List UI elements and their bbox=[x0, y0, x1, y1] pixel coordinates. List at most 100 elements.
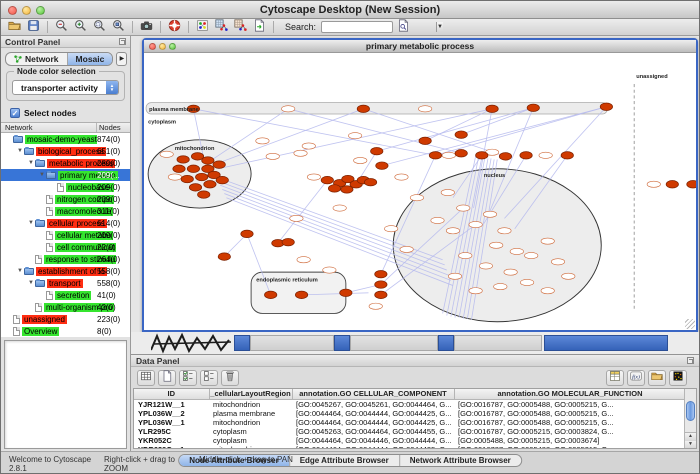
node-unhighlighted[interactable] bbox=[290, 215, 303, 221]
tree-row[interactable]: secretion41(0) bbox=[1, 289, 130, 301]
unselect-attributes-button[interactable] bbox=[200, 370, 218, 386]
node-transporter[interactable] bbox=[561, 152, 573, 159]
node-unhighlighted[interactable] bbox=[562, 273, 575, 279]
node-unhighlighted[interactable] bbox=[294, 150, 307, 156]
tree-row[interactable]: mosaic-demo-yeast874(0) bbox=[1, 133, 130, 145]
node-transporter[interactable] bbox=[371, 147, 383, 154]
node-transporter[interactable] bbox=[216, 176, 228, 183]
node-unhighlighted[interactable] bbox=[448, 273, 461, 279]
node-transporter[interactable] bbox=[189, 184, 201, 191]
zoom-out-button[interactable] bbox=[53, 20, 70, 35]
table-row[interactable]: YJR121W__1mitochondrion[GO:0045267, GO:0… bbox=[134, 399, 686, 409]
tab-network[interactable]: Network bbox=[6, 53, 68, 65]
table-column-header[interactable]: ID bbox=[134, 389, 209, 399]
float-panel-icon[interactable] bbox=[119, 38, 126, 45]
node-unhighlighted[interactable] bbox=[541, 288, 554, 294]
tree-row[interactable]: ▼metabolic process280(0) bbox=[1, 157, 130, 169]
tree-header-nodes[interactable]: Nodes bbox=[97, 123, 130, 132]
tree-expander-icon[interactable]: ▼ bbox=[16, 268, 24, 274]
minimize-button[interactable] bbox=[22, 6, 31, 15]
tree-expander-icon[interactable]: ▼ bbox=[27, 160, 35, 166]
background-network-thumbnail[interactable] bbox=[151, 332, 233, 354]
node-transporter[interactable] bbox=[282, 238, 294, 245]
table-row[interactable]: YDR039C__1mitochondrion[GO:0044464, GO:0… bbox=[134, 445, 686, 450]
table-row[interactable]: YPL036W__1mitochondrion[GO:0044464, GO:0… bbox=[134, 418, 686, 427]
background-window-fragment[interactable] bbox=[350, 335, 438, 351]
tree-expander-icon[interactable]: ▼ bbox=[38, 172, 46, 178]
background-window-fragment[interactable] bbox=[438, 335, 454, 351]
tab-mosaic[interactable]: Mosaic bbox=[68, 53, 113, 65]
zoom-in-button[interactable] bbox=[72, 20, 89, 35]
background-window-fragment[interactable] bbox=[334, 335, 350, 351]
node-transporter[interactable] bbox=[476, 152, 488, 159]
table-row[interactable]: YLR295Ccytoplasm[GO:0045263, GO:0044464,… bbox=[134, 427, 686, 436]
node-transporter[interactable] bbox=[364, 178, 376, 185]
function-builder-button[interactable]: f(x) bbox=[627, 370, 645, 386]
scrollbar-thumb[interactable] bbox=[686, 401, 695, 421]
tree-row[interactable]: ▼cellular process614(0) bbox=[1, 217, 130, 229]
tab-overflow-button[interactable]: ▶ bbox=[116, 52, 127, 66]
node-transporter[interactable] bbox=[202, 157, 214, 164]
frame-minimize-button[interactable] bbox=[159, 43, 166, 50]
node-unhighlighted[interactable] bbox=[307, 174, 320, 180]
network-graph-svg[interactable]: plasma membranecytoplasmmitochondrionnuc… bbox=[144, 53, 696, 330]
table-scrollbar[interactable]: ▲ ▼ bbox=[684, 389, 696, 448]
node-transporter[interactable] bbox=[527, 104, 539, 111]
node-transporter[interactable] bbox=[520, 152, 532, 159]
node-unhighlighted[interactable] bbox=[510, 248, 523, 254]
node-transporter[interactable] bbox=[340, 289, 352, 296]
node-unhighlighted[interactable] bbox=[498, 228, 511, 234]
tree-row[interactable]: cell communicat22(0) bbox=[1, 241, 130, 253]
zoom-button[interactable] bbox=[36, 6, 45, 15]
background-window-fragment[interactable] bbox=[250, 335, 334, 351]
select-attributes-button[interactable] bbox=[179, 370, 197, 386]
tree-row[interactable]: Overview8(0) bbox=[1, 325, 130, 337]
node-unhighlighted[interactable] bbox=[400, 246, 413, 252]
search-combo[interactable]: ▼ bbox=[321, 21, 393, 33]
attribute-grid-button[interactable] bbox=[137, 370, 155, 386]
new-attribute-button[interactable] bbox=[158, 370, 176, 386]
node-unhighlighted[interactable] bbox=[551, 259, 564, 265]
node-unhighlighted[interactable] bbox=[494, 283, 507, 289]
node-transporter[interactable] bbox=[455, 150, 467, 157]
combo-stepper-icon[interactable]: ▲▼ bbox=[106, 81, 118, 94]
node-transporter[interactable] bbox=[328, 185, 340, 192]
node-unhighlighted[interactable] bbox=[431, 217, 444, 223]
node-transporter[interactable] bbox=[213, 161, 225, 168]
tree-header-network[interactable]: Network bbox=[1, 123, 97, 132]
scroll-down-icon[interactable]: ▼ bbox=[685, 441, 696, 449]
node-transporter[interactable] bbox=[173, 165, 185, 172]
node-transporter[interactable] bbox=[321, 176, 333, 183]
frame-zoom-button[interactable] bbox=[169, 43, 176, 50]
node-unhighlighted[interactable] bbox=[490, 242, 503, 248]
table-row[interactable]: YPL036W__2plasma membrane[GO:0044464, GO… bbox=[134, 409, 686, 418]
tree-row[interactable]: unassigned223(0) bbox=[1, 313, 130, 325]
tree-row[interactable]: multi-organism pro42(0) bbox=[1, 301, 130, 313]
save-session-button[interactable] bbox=[25, 20, 42, 35]
import-annotation-button[interactable] bbox=[251, 20, 268, 35]
tree-row[interactable]: nucleobase-209(0) bbox=[1, 181, 130, 193]
background-window-fragment[interactable] bbox=[544, 335, 668, 351]
zoom-selected-button[interactable] bbox=[110, 20, 127, 35]
close-button[interactable] bbox=[8, 6, 17, 15]
table-row[interactable]: YKR052Ccytoplasm[GO:0044464, GO:0044446,… bbox=[134, 436, 686, 445]
tree-row[interactable]: response to stimulu264(0) bbox=[1, 253, 130, 265]
node-unhighlighted[interactable] bbox=[647, 181, 660, 187]
tree-row[interactable]: ▼establishment of lo558(0) bbox=[1, 265, 130, 277]
node-transporter[interactable] bbox=[181, 175, 193, 182]
node-unhighlighted[interactable] bbox=[520, 279, 533, 285]
tree-row[interactable]: ▼biological_process651(0) bbox=[1, 145, 130, 157]
tab-network-attribute-browser[interactable]: Network Attribute Browser bbox=[400, 455, 521, 466]
node-transporter[interactable] bbox=[341, 186, 353, 193]
node-unhighlighted[interactable] bbox=[395, 174, 408, 180]
node-unhighlighted[interactable] bbox=[256, 138, 269, 144]
node-transporter[interactable] bbox=[195, 173, 207, 180]
search-input[interactable] bbox=[322, 22, 436, 32]
node-unhighlighted[interactable] bbox=[160, 151, 173, 157]
node-transporter[interactable] bbox=[429, 152, 441, 159]
node-transporter[interactable] bbox=[499, 153, 511, 160]
node-unhighlighted[interactable] bbox=[281, 106, 294, 112]
node-unhighlighted[interactable] bbox=[539, 152, 552, 158]
tree-row[interactable]: ▼primary metabo209(... bbox=[1, 169, 130, 181]
zoom-fit-button[interactable] bbox=[91, 20, 108, 35]
